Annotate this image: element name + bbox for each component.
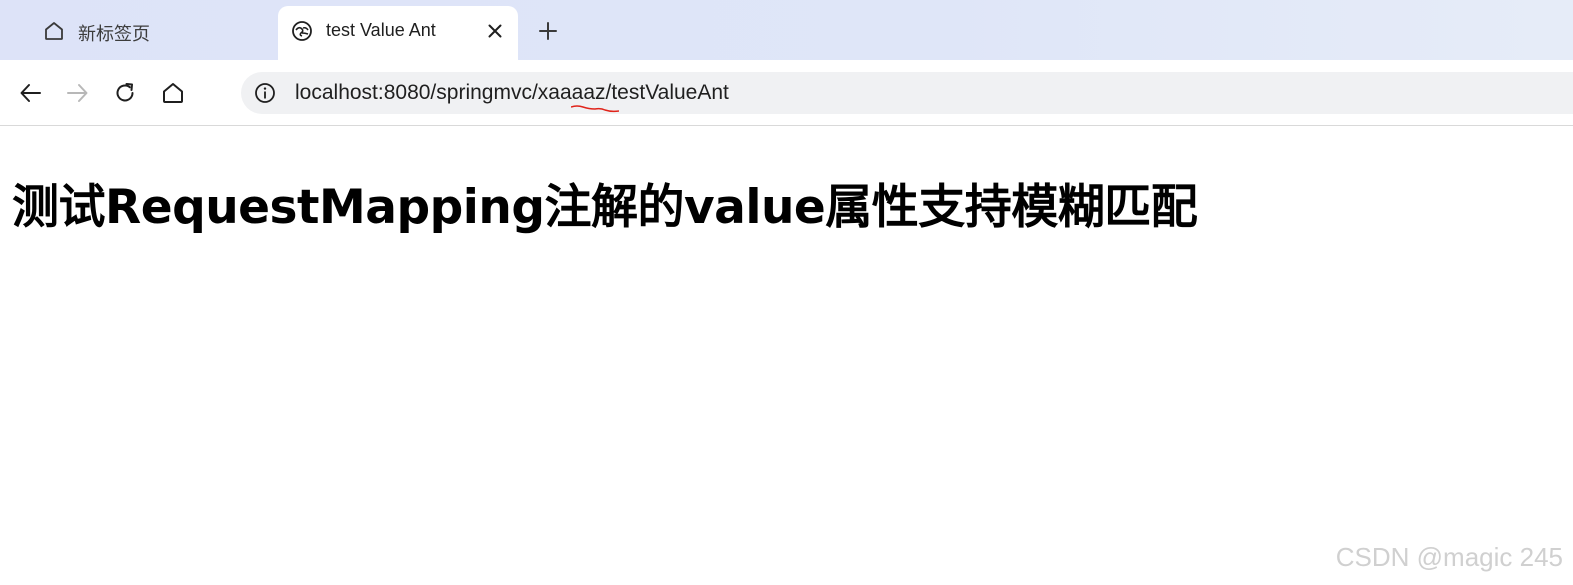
tab-strip: 新标签页 test Value Ant — [0, 0, 1573, 60]
plus-icon — [539, 22, 557, 40]
page-content: 测试RequestMapping注解的value属性支持模糊匹配 — [12, 168, 1198, 237]
page-favicon-icon — [292, 21, 312, 41]
arrow-left-icon — [20, 84, 41, 102]
reload-icon — [116, 83, 134, 102]
home-button[interactable] — [159, 79, 187, 107]
tab-label: 新标签页 — [78, 24, 150, 44]
tab-new-tab[interactable]: 新标签页 — [0, 6, 276, 60]
home-icon — [163, 83, 183, 103]
info-icon[interactable] — [253, 81, 277, 105]
reload-button[interactable] — [111, 79, 139, 107]
new-tab-button[interactable] — [534, 17, 562, 45]
arrow-right-icon — [67, 84, 88, 102]
browser-toolbar: localhost:8080/springmvc/xaaaaz/testValu… — [0, 60, 1573, 126]
close-icon — [488, 24, 502, 38]
tab-close-button[interactable] — [483, 19, 507, 43]
tab-test-value-ant[interactable]: test Value Ant — [278, 6, 518, 60]
forward-button[interactable] — [63, 79, 91, 107]
url-text[interactable]: localhost:8080/springmvc/xaaaaz/testValu… — [295, 81, 729, 105]
tab-label: test Value Ant — [326, 20, 436, 40]
page-heading: 测试RequestMapping注解的value属性支持模糊匹配 — [12, 180, 1198, 235]
watermark: CSDN @magic 245 — [1335, 542, 1563, 572]
home-icon — [45, 22, 63, 40]
address-bar[interactable]: localhost:8080/springmvc/xaaaaz/testValu… — [241, 72, 1573, 114]
red-underline-annotation — [571, 105, 619, 113]
back-button[interactable] — [17, 79, 45, 107]
